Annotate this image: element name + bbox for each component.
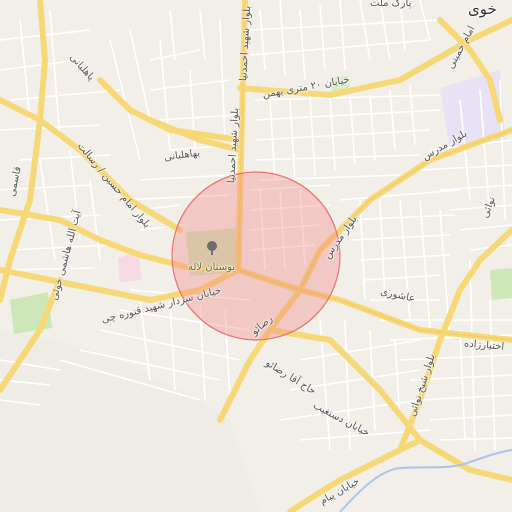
selection-circle[interactable] (171, 171, 341, 341)
green-area-right (490, 268, 512, 300)
district-label: خوی (468, 0, 497, 18)
park-tree-icon (207, 241, 217, 255)
map-canvas (0, 0, 512, 512)
road-label-top-partial: پارک ملت (370, 0, 412, 9)
park-label: بوستان لاله (188, 262, 236, 273)
map-view[interactable]: خوی بوستان لاله خیابان ۲۰ متری بهمن بلوا… (0, 0, 512, 512)
